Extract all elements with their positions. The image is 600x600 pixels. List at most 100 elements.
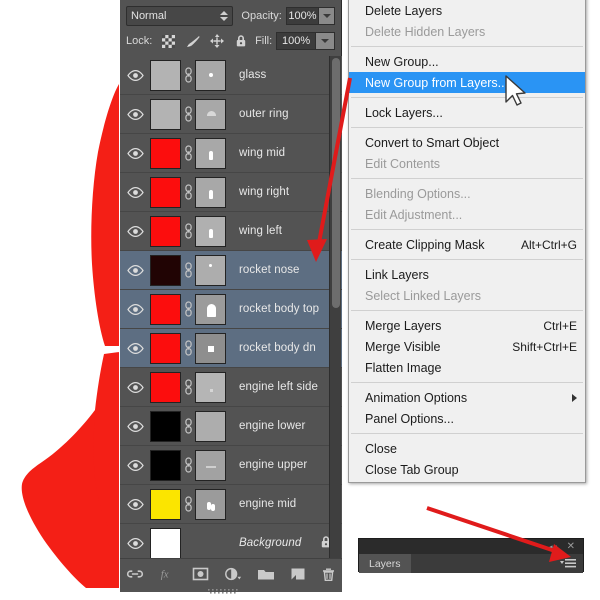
layer-mask-thumbnail[interactable]	[195, 59, 226, 91]
layer-visibility-icon[interactable]	[120, 459, 150, 471]
layer-mask-link-icon[interactable]	[181, 418, 195, 434]
menu-item[interactable]: Animation Options	[349, 387, 585, 408]
layer-row[interactable]: engine mid	[120, 485, 342, 524]
layer-visibility-icon[interactable]	[120, 147, 150, 159]
layer-mask-thumbnail[interactable]	[195, 488, 226, 520]
layer-name[interactable]: rocket body dn	[239, 342, 316, 354]
layer-visibility-icon[interactable]	[120, 420, 150, 432]
panel-menu-icon[interactable]	[560, 558, 577, 569]
menu-item[interactable]: Merge Layers Ctrl+E	[349, 315, 585, 336]
layer-row[interactable]: wing right	[120, 173, 342, 212]
tab-layers[interactable]: Layers	[359, 554, 411, 573]
layer-mask-thumbnail[interactable]	[195, 254, 226, 286]
layer-row[interactable]: wing left	[120, 212, 342, 251]
menu-item[interactable]: New Group from Layers...	[349, 72, 585, 93]
layer-name[interactable]: wing right	[239, 186, 289, 198]
menu-item[interactable]: Lock Layers...	[349, 102, 585, 123]
layer-visibility-icon[interactable]	[120, 498, 150, 510]
layer-row[interactable]: rocket nose	[120, 251, 342, 290]
menu-item[interactable]: Link Layers	[349, 264, 585, 285]
layer-row[interactable]: wing mid	[120, 134, 342, 173]
layer-visibility-icon[interactable]	[120, 186, 150, 198]
layer-row[interactable]: engine left side	[120, 368, 342, 407]
layer-thumbnail[interactable]	[150, 371, 181, 403]
layer-list[interactable]: glass outer ring wing mid wing right wing le…	[120, 56, 342, 563]
layers-scrollbar[interactable]	[329, 56, 341, 558]
opacity-input[interactable]: 100%	[285, 6, 320, 25]
new-group-icon[interactable]	[257, 567, 275, 584]
layer-name[interactable]: glass	[239, 69, 266, 81]
layer-name[interactable]: engine left side	[239, 381, 318, 393]
lock-all-icon[interactable]	[231, 33, 250, 49]
menu-item[interactable]: New Group...	[349, 51, 585, 72]
double-chevron-left-icon[interactable]: ◂◂	[548, 542, 557, 553]
layer-mask-link-icon[interactable]	[181, 496, 195, 512]
layers-panel-context-menu[interactable]: Delete Layers Delete Hidden Layers New Gro…	[348, 0, 586, 483]
layer-visibility-icon[interactable]	[120, 381, 150, 393]
menu-item[interactable]: Convert to Smart Object	[349, 132, 585, 153]
layer-mask-thumbnail[interactable]	[195, 293, 226, 325]
layer-thumbnail[interactable]	[150, 215, 181, 247]
layer-visibility-icon[interactable]	[120, 108, 150, 120]
layer-mask-link-icon[interactable]	[181, 301, 195, 317]
link-layers-icon[interactable]	[126, 567, 144, 584]
layer-name[interactable]: outer ring	[239, 108, 289, 120]
lock-position-icon[interactable]	[207, 33, 226, 49]
layer-thumbnail[interactable]	[150, 59, 181, 91]
layer-visibility-icon[interactable]	[120, 342, 150, 354]
layer-visibility-icon[interactable]	[120, 264, 150, 276]
layer-mask-link-icon[interactable]	[181, 106, 195, 122]
layer-row[interactable]: engine upper	[120, 446, 342, 485]
menu-item[interactable]: Close	[349, 438, 585, 459]
layer-row[interactable]: engine lower	[120, 407, 342, 446]
menu-item[interactable]: Flatten Image	[349, 357, 585, 378]
panel-resize-grip[interactable]	[208, 585, 254, 594]
layer-name[interactable]: engine mid	[239, 498, 296, 510]
layer-thumbnail[interactable]	[150, 293, 181, 325]
layer-mask-link-icon[interactable]	[181, 67, 195, 83]
layer-mask-link-icon[interactable]	[181, 340, 195, 356]
blend-mode-stepper-icon[interactable]	[220, 10, 229, 21]
layer-mask-thumbnail[interactable]	[195, 215, 226, 247]
layer-visibility-icon[interactable]	[120, 225, 150, 237]
layer-visibility-icon[interactable]	[120, 69, 150, 81]
layer-name[interactable]: engine lower	[239, 420, 305, 432]
layer-visibility-icon[interactable]	[120, 303, 150, 315]
lock-image-pixels-icon[interactable]	[183, 33, 202, 49]
fill-dropdown-icon[interactable]	[316, 32, 335, 50]
layer-thumbnail[interactable]	[150, 137, 181, 169]
delete-layer-icon[interactable]	[321, 567, 336, 585]
layer-name[interactable]: engine upper	[239, 459, 307, 471]
menu-item[interactable]: Merge Visible Shift+Ctrl+E	[349, 336, 585, 357]
layer-mask-link-icon[interactable]	[181, 145, 195, 161]
layer-thumbnail[interactable]	[150, 254, 181, 286]
menu-item[interactable]: Panel Options...	[349, 408, 585, 429]
layer-row[interactable]: glass	[120, 56, 342, 95]
layer-row[interactable]: rocket body dn	[120, 329, 342, 368]
layer-name[interactable]: wing left	[239, 225, 282, 237]
blend-mode-select[interactable]: Normal	[126, 5, 234, 26]
layer-mask-thumbnail[interactable]	[195, 410, 226, 442]
layer-mask-link-icon[interactable]	[181, 223, 195, 239]
layer-name[interactable]: wing mid	[239, 147, 285, 159]
menu-item[interactable]: Create Clipping Mask Alt+Ctrl+G	[349, 234, 585, 255]
layer-mask-link-icon[interactable]	[181, 457, 195, 473]
layer-name[interactable]: Background	[239, 537, 301, 549]
close-icon[interactable]: ✕	[567, 541, 575, 552]
layer-mask-thumbnail[interactable]	[195, 98, 226, 130]
layer-mask-thumbnail[interactable]	[195, 449, 226, 481]
layer-mask-thumbnail[interactable]	[195, 137, 226, 169]
layer-visibility-icon[interactable]	[120, 537, 150, 549]
lock-transparent-pixels-icon[interactable]	[159, 33, 178, 49]
fill-input[interactable]: 100%	[276, 32, 317, 50]
layer-row[interactable]: rocket body top	[120, 290, 342, 329]
add-layer-mask-icon[interactable]	[192, 567, 209, 584]
layer-mask-thumbnail[interactable]	[195, 371, 226, 403]
layer-mask-link-icon[interactable]	[181, 262, 195, 278]
layer-thumbnail[interactable]	[150, 98, 181, 130]
layer-mask-thumbnail[interactable]	[195, 332, 226, 364]
opacity-dropdown-icon[interactable]	[319, 6, 335, 25]
layer-thumbnail[interactable]	[150, 488, 181, 520]
layer-row[interactable]: outer ring	[120, 95, 342, 134]
layer-thumbnail[interactable]	[150, 332, 181, 364]
